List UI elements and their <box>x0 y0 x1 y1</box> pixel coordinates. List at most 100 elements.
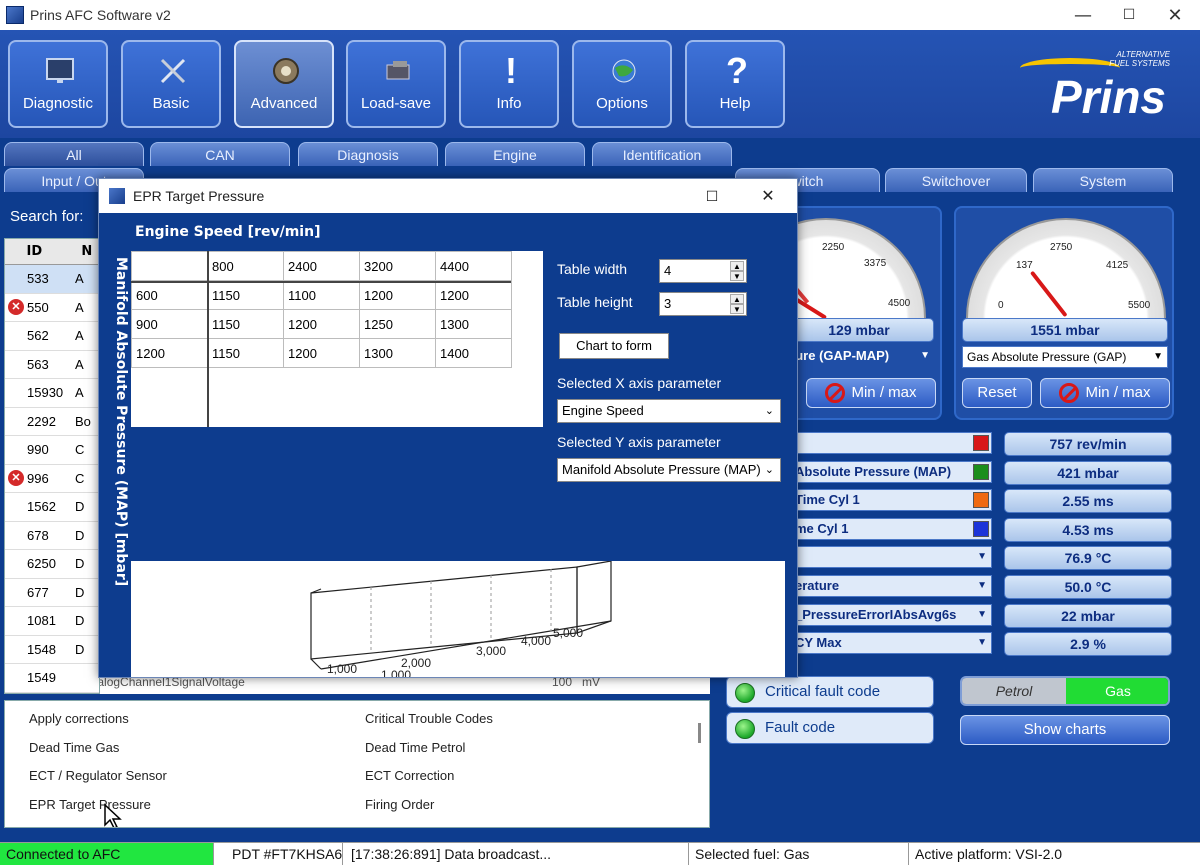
table-row[interactable]: 990 C <box>5 436 99 465</box>
table-cell[interactable]: 1200 <box>283 309 360 339</box>
chart-tick-label: 1,000 <box>327 662 357 676</box>
list-item[interactable]: Critical Trouble Codes <box>365 711 493 731</box>
petrol-option[interactable]: Petrol <box>962 678 1066 704</box>
gauge-select[interactable]: sure (GAP-MAP) ▼ <box>784 346 934 368</box>
gauge-tick: 4125 <box>1106 260 1129 271</box>
table-row[interactable]: ✕ 550 A <box>5 294 99 322</box>
table-row: 600 1150 1100 1200 1200 <box>131 280 512 310</box>
tab-switchover[interactable]: Switchover <box>885 168 1027 192</box>
table-row[interactable]: 678 D <box>5 522 99 550</box>
tab-identification[interactable]: Identification <box>592 142 732 166</box>
x-header-cell[interactable]: 800 <box>207 251 284 281</box>
close-button[interactable]: ✕ <box>1152 0 1198 30</box>
info-button[interactable]: ! Info <box>459 40 559 128</box>
list-item[interactable]: EPR Target Pressure <box>29 797 151 817</box>
x-header-cell[interactable]: 2400 <box>283 251 360 281</box>
tab-can[interactable]: CAN <box>150 142 290 166</box>
list-item[interactable]: ECT / Regulator Sensor <box>29 768 167 788</box>
table-row[interactable]: 1081 D <box>5 607 99 636</box>
list-item[interactable]: Dead Time Gas <box>29 740 119 760</box>
chart-to-form-button[interactable]: Chart to form <box>559 333 669 359</box>
pdt-status: PDT #FT7KHSA6 <box>232 846 343 862</box>
table-height-stepper[interactable]: 3 ▲ ▼ <box>659 292 747 316</box>
table-width-stepper[interactable]: 4 ▲ ▼ <box>659 259 747 283</box>
min-max-button[interactable]: Min / max <box>1040 378 1170 408</box>
color-swatch[interactable] <box>973 435 989 451</box>
y-header-cell[interactable]: 1200 <box>131 338 208 368</box>
x-header-cell[interactable]: 4400 <box>435 251 512 281</box>
row-id: 533 <box>27 271 49 287</box>
table-row[interactable]: 1562 D <box>5 493 99 522</box>
table-cell[interactable]: 1250 <box>359 309 436 339</box>
diagnostic-button[interactable]: Diagnostic <box>8 40 108 128</box>
table-cell[interactable]: 1200 <box>359 280 436 310</box>
list-scrollbar[interactable] <box>698 723 701 743</box>
name-column-header[interactable]: N <box>81 239 99 264</box>
y-param-select[interactable]: Manifold Absolute Pressure (MAP) ⌄ <box>557 458 781 482</box>
table-cell[interactable]: 1100 <box>283 280 360 310</box>
table-cell[interactable]: 1200 <box>283 338 360 368</box>
table-row[interactable]: 2292 Bo <box>5 408 99 436</box>
tab-diagnosis[interactable]: Diagnosis <box>298 142 438 166</box>
y-header-cell[interactable]: 900 <box>131 309 208 339</box>
app-icon <box>6 6 24 24</box>
table-header: ID N <box>5 239 99 265</box>
list-item[interactable]: Firing Order <box>365 797 434 817</box>
dialog-maximize-button[interactable]: ☐ <box>689 179 735 213</box>
table-cell[interactable]: 1400 <box>435 338 512 368</box>
row-id: 1548 <box>27 641 56 657</box>
stepper-up-icon[interactable]: ▲ <box>730 294 744 304</box>
x-param-select[interactable]: Engine Speed ⌄ <box>557 399 781 423</box>
x-header-cell[interactable]: 3200 <box>359 251 436 281</box>
table-cell[interactable]: 1150 <box>207 338 284 368</box>
list-item[interactable]: Dead Time Petrol <box>365 740 465 760</box>
toolbar-label: Options <box>596 95 648 112</box>
color-swatch[interactable] <box>973 520 989 537</box>
tab-all[interactable]: All <box>4 142 144 166</box>
gas-option[interactable]: Gas <box>1066 678 1168 704</box>
table-row[interactable]: 6250 D <box>5 550 99 579</box>
table-row[interactable]: 15930 A <box>5 379 99 408</box>
color-swatch[interactable] <box>973 463 989 480</box>
table-cell[interactable]: 1300 <box>359 338 436 368</box>
fuel-selector[interactable]: Petrol Gas <box>960 676 1170 706</box>
gauge-select[interactable]: Gas Absolute Pressure (GAP) ▼ <box>962 346 1168 368</box>
table-cell[interactable]: 1150 <box>207 309 284 339</box>
table-cell[interactable]: 1200 <box>435 280 512 310</box>
maximize-button[interactable]: ☐ <box>1106 0 1152 30</box>
list-item[interactable]: ECT Correction <box>365 768 454 788</box>
load-save-button[interactable]: Load-save <box>346 40 446 128</box>
tab-system[interactable]: System <box>1033 168 1173 192</box>
show-charts-button[interactable]: Show charts <box>960 715 1170 745</box>
table-cell[interactable]: 1150 <box>207 280 284 310</box>
dialog-close-button[interactable]: ✕ <box>745 179 791 213</box>
table-row[interactable]: 1549 <box>5 664 99 693</box>
help-button[interactable]: ? Help <box>685 40 785 128</box>
stepper-up-icon[interactable]: ▲ <box>730 261 744 271</box>
id-column-header[interactable]: ID <box>27 239 82 264</box>
table-row[interactable]: 563 A <box>5 351 99 379</box>
color-swatch[interactable] <box>973 492 989 509</box>
options-button[interactable]: Options <box>572 40 672 128</box>
basic-button[interactable]: Basic <box>121 40 221 128</box>
stepper-down-icon[interactable]: ▼ <box>730 271 744 281</box>
status-bar: Connected to AFC PDT #FT7KHSA6 [17:38:26… <box>0 842 1200 865</box>
row-name: A <box>75 271 84 287</box>
table-row[interactable]: 533 A <box>5 265 99 294</box>
reset-button[interactable]: Reset <box>962 378 1032 408</box>
row-name: A <box>75 385 84 401</box>
table-row[interactable]: 677 D <box>5 579 99 607</box>
list-item[interactable]: Apply corrections <box>29 711 129 731</box>
table-rows: 533 A ✕ 550 A 562 A 563 A 15930 A 2292 Bo 990 C ✕ 996 C 15… <box>5 265 99 693</box>
stepper-down-icon[interactable]: ▼ <box>730 304 744 314</box>
table-row[interactable]: 1548 D <box>5 636 99 664</box>
y-header-cell[interactable]: 600 <box>131 280 208 310</box>
advanced-button[interactable]: Advanced <box>234 40 334 128</box>
min-max-button[interactable]: Min / max <box>806 378 936 408</box>
table-cell[interactable]: 1300 <box>435 309 512 339</box>
table-row[interactable]: ✕ 996 C <box>5 465 99 493</box>
tab-engine[interactable]: Engine <box>445 142 585 166</box>
chevron-down-icon: ▼ <box>920 350 930 361</box>
table-row[interactable]: 562 A <box>5 322 99 351</box>
minimize-button[interactable]: — <box>1060 0 1106 30</box>
